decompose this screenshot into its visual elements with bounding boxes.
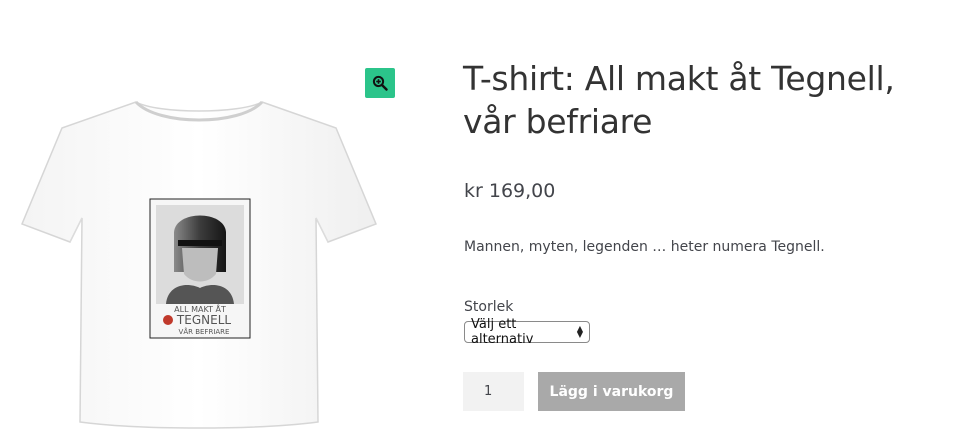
zoom-button[interactable] bbox=[365, 68, 395, 98]
size-select-value: Välj ett alternativ bbox=[471, 317, 534, 347]
up-down-arrows-icon: ▲ ▼ bbox=[576, 324, 583, 339]
add-to-cart-button[interactable]: Lägg i varukorg bbox=[538, 372, 685, 411]
product-price: kr 169,00 bbox=[464, 180, 556, 202]
size-select[interactable]: Välj ett alternativ ▲ ▼ bbox=[464, 317, 590, 347]
print-emblem bbox=[163, 315, 173, 325]
size-label: Storlek bbox=[464, 299, 514, 315]
quantity-input[interactable]: 1 bbox=[463, 372, 524, 411]
product-image-tshirt[interactable]: ALL MAKT ÅT TEGNELL VÅR BEFRIARE bbox=[18, 92, 380, 432]
product-gallery: ALL MAKT ÅT TEGNELL VÅR BEFRIARE bbox=[0, 60, 400, 446]
print-face bbox=[182, 248, 218, 282]
product-title: T-shirt: All makt åt Tegnell, vår befria… bbox=[463, 59, 895, 141]
zoom-in-icon bbox=[372, 75, 388, 91]
print-text-line2: TEGNELL bbox=[176, 313, 231, 327]
product-description: Mannen, myten, legenden … heter numera T… bbox=[464, 239, 825, 255]
print-text-line3: VÅR BEFRIARE bbox=[179, 327, 230, 336]
